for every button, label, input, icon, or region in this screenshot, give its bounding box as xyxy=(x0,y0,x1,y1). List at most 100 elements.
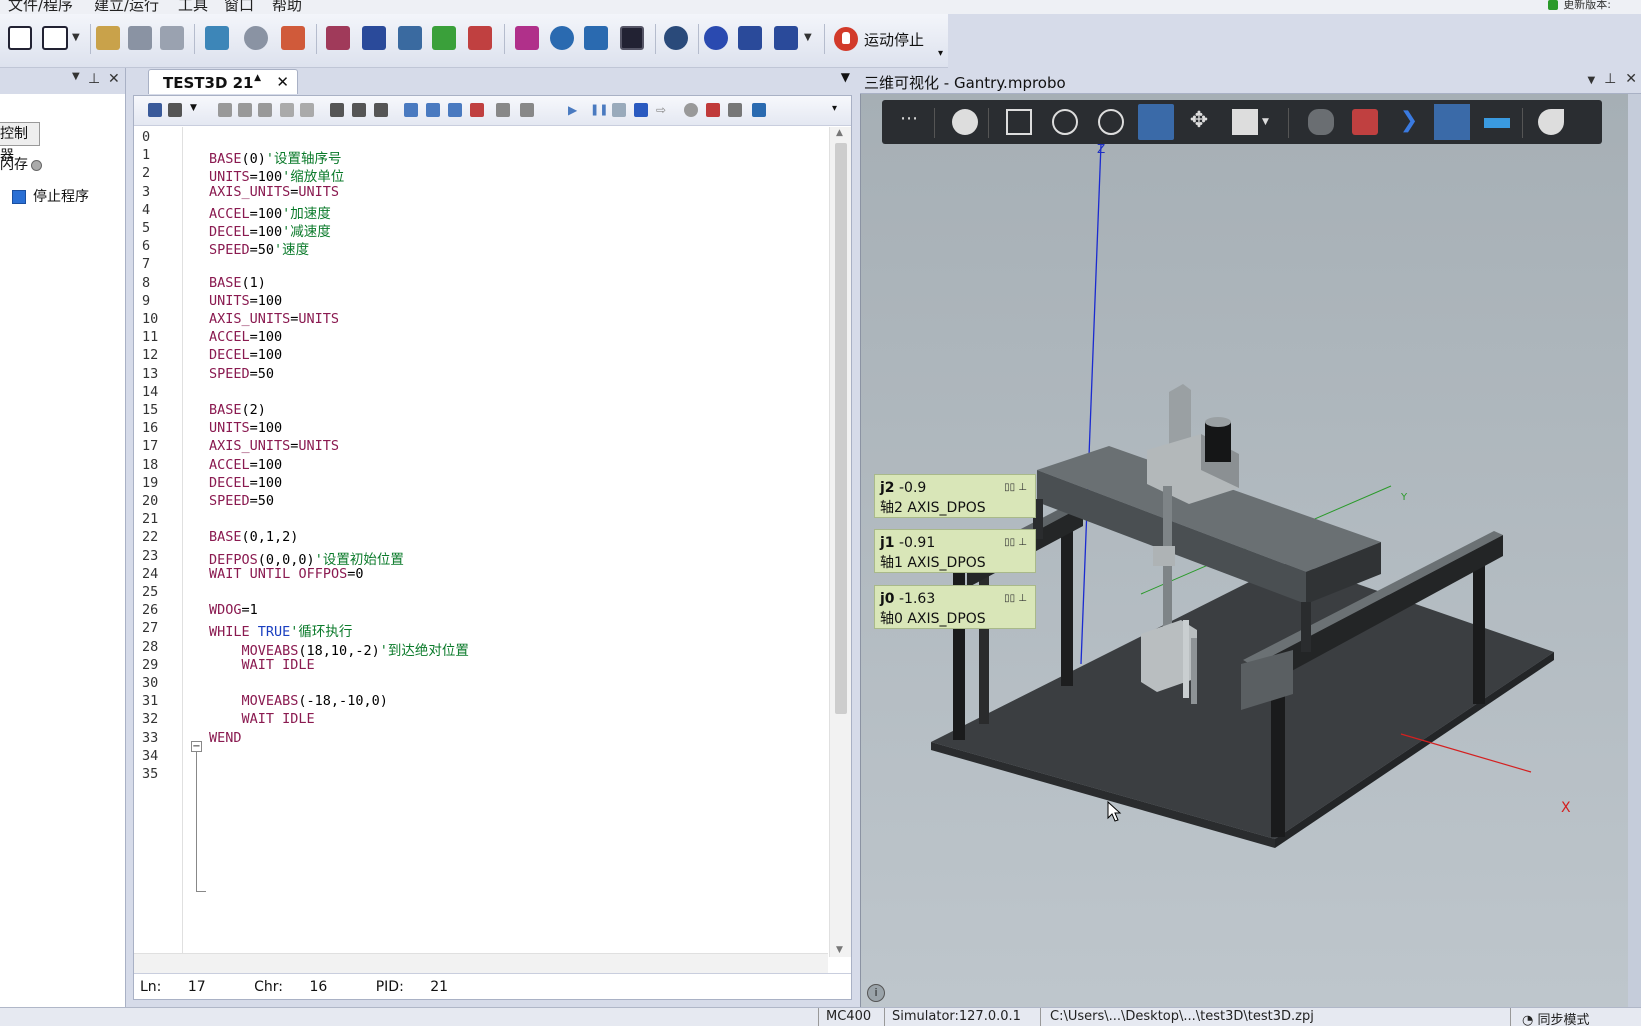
code-line[interactable]: BASE(1) xyxy=(209,275,266,291)
code-line[interactable]: BASE(0)'设置轴序号 xyxy=(209,147,342,167)
code-line[interactable]: SPEED=50'速度 xyxy=(209,238,309,258)
viz-menu-icon[interactable]: ▼ xyxy=(1588,75,1596,86)
update-notice[interactable]: 更新版本: xyxy=(1548,0,1611,12)
view-icon[interactable] xyxy=(620,26,644,50)
tab-test3d[interactable]: TEST3D 21 ▲ ✕ xyxy=(148,69,298,94)
code-line[interactable]: WDOG=1 xyxy=(209,602,258,618)
help-context-icon[interactable] xyxy=(774,26,798,50)
code-line[interactable]: MOVEABS(18,10,-2)'到达绝对位置 xyxy=(209,639,469,659)
fit-view-icon[interactable] xyxy=(1006,109,1032,135)
controller-button[interactable]: 控制器 xyxy=(0,122,40,164)
status-sync-mode[interactable]: ◔ 同步模式 xyxy=(1522,1009,1590,1026)
help-icon[interactable] xyxy=(704,26,728,50)
code-line[interactable]: WHILE TRUE'循环执行 xyxy=(209,620,352,640)
close-icon[interactable]: ✕ xyxy=(108,71,120,87)
pin-icon[interactable]: ⊥ xyxy=(88,71,100,87)
code-line[interactable]: AXIS_UNITS=UNITS xyxy=(209,184,339,200)
fold-collapse-icon[interactable]: − xyxy=(191,741,202,752)
step-over-icon[interactable]: ⇨ xyxy=(656,103,670,117)
code-line[interactable]: UNITS=100 xyxy=(209,293,282,309)
oscilloscope-icon[interactable] xyxy=(362,26,386,50)
breakpoint-clear-icon[interactable] xyxy=(706,103,720,117)
viz-close-icon[interactable]: ✕ xyxy=(1625,71,1637,87)
project-icon[interactable] xyxy=(96,26,120,50)
uncomment-icon[interactable] xyxy=(520,103,534,117)
trace-icon[interactable] xyxy=(752,103,766,117)
vertical-scrollbar[interactable]: ▲ ▼ xyxy=(829,127,851,957)
bookmark-prev-icon[interactable] xyxy=(426,103,440,117)
code-line[interactable]: ACCEL=100'加速度 xyxy=(209,202,331,222)
viewport-3d[interactable]: ⋯ ✥ ▼ ❯ j2 -0.9 轴2 AXIS_DPOS ▯▯ ⊥ j1 -0.… xyxy=(860,94,1628,1007)
watch-icon[interactable] xyxy=(584,26,608,50)
menu-build-run[interactable]: 建立/运行 xyxy=(94,0,159,14)
run-icon[interactable]: ▶ xyxy=(568,103,582,117)
bookmark-icon[interactable] xyxy=(404,103,418,117)
redo-icon[interactable] xyxy=(300,103,314,117)
bookmark-next-icon[interactable] xyxy=(448,103,462,117)
code-line[interactable]: DECEL=100 xyxy=(209,475,282,491)
tab-list-icon[interactable]: ▼ xyxy=(841,70,850,84)
cut-icon[interactable] xyxy=(218,103,232,117)
scroll-down-icon[interactable]: ▼ xyxy=(836,945,843,955)
tab-pin-icon[interactable]: ▲ xyxy=(254,73,261,83)
bookmark-clear-icon[interactable] xyxy=(470,103,484,117)
breakpoint-icon[interactable] xyxy=(684,103,698,117)
new-window-icon[interactable] xyxy=(8,26,32,50)
code-line[interactable]: AXIS_UNITS=UNITS xyxy=(209,311,339,327)
scroll-up-icon[interactable]: ▲ xyxy=(836,128,843,138)
dro-j0[interactable]: j0 -1.63 轴0 AXIS_DPOS ▯▯ ⊥ xyxy=(874,585,1036,629)
code-area[interactable]: 0 1 BASE(0)'设置轴序号 2 UNITS=100'缩放单位 3 AXIS_UNIT… xyxy=(134,127,828,957)
motion-stop-button[interactable]: 运动停止 xyxy=(834,24,924,54)
chevron-right-icon[interactable]: ❯ xyxy=(1396,109,1422,135)
dropdown-arrow-icon[interactable]: ▼ xyxy=(72,26,84,50)
code-line[interactable]: DECEL=100'减速度 xyxy=(209,220,331,240)
code-line[interactable]: UNITS=100 xyxy=(209,420,282,436)
code-line[interactable]: WEND xyxy=(209,730,242,746)
menu-tools[interactable]: 工具 xyxy=(178,0,208,14)
code-line[interactable]: MOVEABS(-18,-10,0) xyxy=(209,693,388,709)
goto-icon[interactable] xyxy=(330,103,344,117)
layout-icon[interactable] xyxy=(1434,104,1470,140)
code-line[interactable]: UNITS=100'缩放单位 xyxy=(209,165,344,185)
pause-icon[interactable]: ❚❚ xyxy=(590,103,608,117)
cube-view-icon[interactable] xyxy=(1232,109,1258,135)
file-copy-icon[interactable] xyxy=(128,26,152,50)
menu-window[interactable]: 窗口 xyxy=(224,0,254,14)
code-line[interactable]: DEFPOS(0,0,0)'设置初始位置 xyxy=(209,548,404,568)
code-line[interactable]: ACCEL=100 xyxy=(209,457,282,473)
code-line[interactable]: WAIT IDLE xyxy=(209,711,315,727)
scrollbar-thumb[interactable] xyxy=(835,143,847,714)
code-line[interactable]: AXIS_UNITS=UNITS xyxy=(209,438,339,454)
menu-file[interactable]: 文件/程序 xyxy=(8,0,73,14)
rotate-view-icon[interactable] xyxy=(1138,104,1174,140)
save-icon[interactable] xyxy=(148,103,162,117)
axis-params-icon[interactable] xyxy=(398,26,422,50)
window-layout-icon[interactable] xyxy=(42,26,68,50)
info-icon[interactable]: i xyxy=(867,984,885,1002)
comment-icon[interactable] xyxy=(496,103,510,117)
io-icon[interactable] xyxy=(326,26,350,50)
more-options-icon[interactable]: ⋯ xyxy=(900,109,926,135)
settings-wrench-icon[interactable] xyxy=(1538,109,1564,135)
dro-j2-controls-icon[interactable]: ▯▯ ⊥ xyxy=(1004,478,1027,498)
code-line[interactable]: ACCEL=100 xyxy=(209,329,282,345)
list-icon[interactable] xyxy=(432,26,456,50)
code-line[interactable]: WAIT UNTIL OFFPOS=0 xyxy=(209,566,363,582)
stop-program-button[interactable]: 停止程序 xyxy=(12,186,89,206)
dro-j2[interactable]: j2 -0.9 轴2 AXIS_DPOS ▯▯ ⊥ xyxy=(874,474,1036,518)
code-line[interactable]: BASE(0,1,2) xyxy=(209,529,298,545)
stop-icon[interactable] xyxy=(634,103,648,117)
dro-j1[interactable]: j1 -0.91 轴1 AXIS_DPOS ▯▯ ⊥ xyxy=(874,529,1036,573)
controller-icon[interactable] xyxy=(205,26,229,50)
viz-pin-icon[interactable]: ⊥ xyxy=(1604,71,1616,87)
robot-icon[interactable] xyxy=(244,26,268,50)
zoom-region-icon[interactable] xyxy=(1098,109,1124,135)
paste-icon[interactable] xyxy=(258,103,272,117)
watch-add-icon[interactable] xyxy=(728,103,742,117)
print-dropdown-icon[interactable]: ▼ xyxy=(190,103,200,117)
chart-tool-icon[interactable] xyxy=(160,26,184,50)
shape-icon[interactable] xyxy=(1308,109,1334,135)
pause-viz-icon[interactable] xyxy=(952,109,978,135)
dro-j1-controls-icon[interactable]: ▯▯ ⊥ xyxy=(1004,533,1027,553)
code-line[interactable]: SPEED=50 xyxy=(209,493,274,509)
